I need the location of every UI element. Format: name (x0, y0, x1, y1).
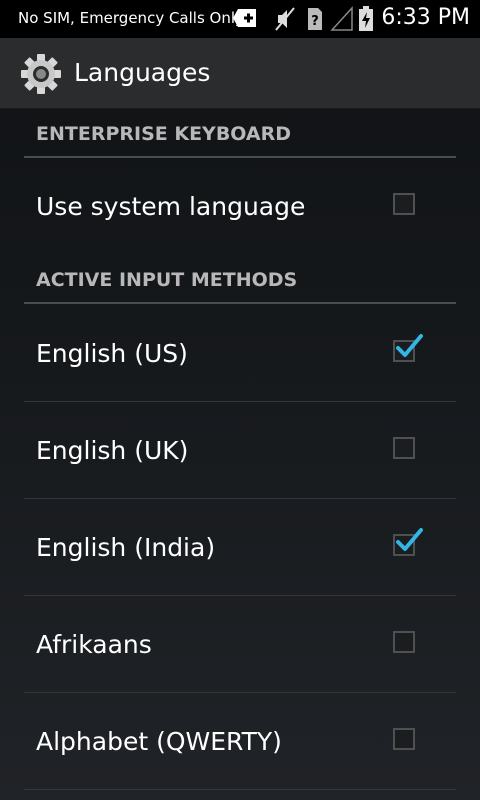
checkbox-use-system-language[interactable] (393, 193, 415, 215)
list-item-label: English (India) (36, 533, 216, 562)
svg-text:?: ? (311, 14, 319, 29)
checkbox-afrikaans[interactable] (393, 631, 415, 653)
battery-charging-icon (359, 6, 373, 31)
checkbox-english-uk[interactable] (393, 437, 415, 459)
list-item-label: Use system language (36, 192, 306, 221)
add-notification-icon (233, 9, 256, 27)
section-header-enterprise-keyboard: ENTERPRISE KEYBOARD (24, 108, 456, 158)
checkbox-english-india[interactable] (393, 528, 423, 556)
list-item-label: Afrikaans (36, 630, 152, 659)
carrier-text: No SIM, Emergency Calls Only (18, 9, 244, 27)
gear-icon[interactable] (20, 53, 62, 95)
checkbox-english-us[interactable] (393, 334, 423, 362)
page-title: Languages (74, 58, 211, 87)
list-item-label: Alphabet (QWERTY) (36, 727, 282, 756)
list-item-label: English (US) (36, 339, 188, 368)
checkmark-icon (396, 528, 423, 551)
no-sim-icon: ? (308, 8, 322, 30)
list-item-english-uk[interactable]: English (UK) (24, 402, 456, 499)
section-header-label: ACTIVE INPUT METHODS (36, 269, 298, 291)
clock: 6:33 PM (381, 5, 470, 30)
status-bar: No SIM, Emergency Calls Only ? 6:33 PM (0, 0, 480, 38)
list-item-afrikaans[interactable]: Afrikaans (24, 596, 456, 693)
list-item-use-system-language[interactable]: Use system language (24, 158, 456, 254)
action-bar: Languages (0, 38, 480, 109)
signal-icon (330, 6, 353, 31)
checkmark-icon (396, 334, 423, 357)
section-header-active-input-methods: ACTIVE INPUT METHODS (24, 254, 456, 304)
list-item-english-india[interactable]: English (India) (24, 499, 456, 596)
list-item-english-us[interactable]: English (US) (24, 305, 456, 402)
section-header-label: ENTERPRISE KEYBOARD (36, 123, 292, 145)
muted-icon (275, 7, 295, 31)
list-item-label: English (UK) (36, 436, 189, 465)
list-item-alphabet-qwerty[interactable]: Alphabet (QWERTY) (24, 693, 456, 790)
checkbox-alphabet-qwerty[interactable] (393, 728, 415, 750)
